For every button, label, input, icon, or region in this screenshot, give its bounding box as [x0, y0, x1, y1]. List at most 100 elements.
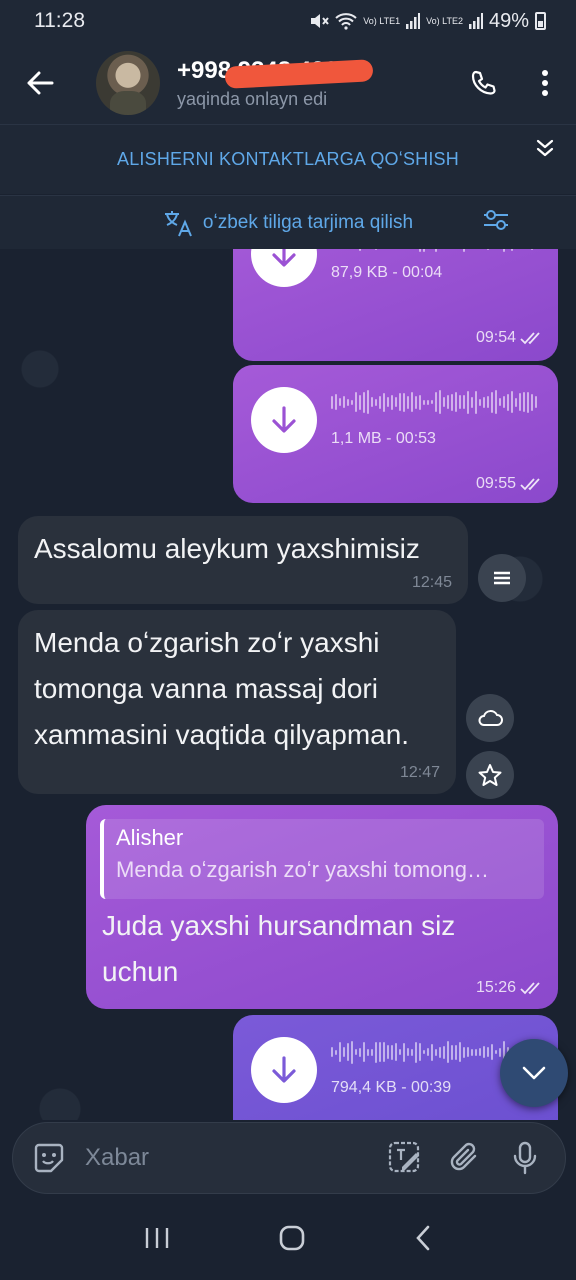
message-line: tomonga vanna massaj dori: [34, 673, 378, 704]
translate-label: oʻzbek tiliga tarjima qilish: [202, 211, 414, 233]
voice-message[interactable]: 87,9 KB - 00:04 09:54: [233, 249, 558, 361]
waveform-bar: [359, 394, 361, 410]
add-contact-bar[interactable]: ALISHERNI KONTAKTLARGA QOʻSHISH: [0, 124, 576, 194]
voice-message[interactable]: 1,1 MB - 00:53 09:55: [233, 365, 558, 503]
call-button[interactable]: [452, 52, 514, 114]
waveform-bar: [487, 249, 489, 250]
translate-bar[interactable]: oʻzbek tiliga tarjima qilish: [0, 195, 576, 249]
cloud-icon: [478, 710, 503, 726]
waveform-bar: [467, 390, 469, 414]
incoming-message[interactable]: Assalomu aleykum yaxshimisiz 12:45: [18, 516, 468, 604]
double-chevron-down-icon: [536, 139, 554, 157]
waveform-bar: [479, 1048, 481, 1056]
sliders-icon: [484, 210, 508, 230]
reply-quote[interactable]: Alisher Menda oʻzgarish zoʻr yaxshi tomo…: [100, 819, 544, 899]
waveform-bar: [519, 393, 521, 411]
battery-percent: 49%: [488, 9, 529, 32]
waveform-bar: [355, 1049, 357, 1055]
waveform-bar: [367, 1048, 369, 1056]
waveform-bar: [523, 392, 525, 412]
waveform-bar: [455, 1044, 457, 1060]
waveform-bar: [439, 1046, 441, 1058]
avatar[interactable]: [96, 51, 160, 115]
collapse-button[interactable]: [528, 131, 562, 165]
waveform-bar: [407, 395, 409, 409]
waveform-bar: [447, 395, 449, 409]
voice-record-button[interactable]: [501, 1134, 549, 1182]
waveform-bar: [431, 400, 433, 404]
reply-text: Menda oʻzgarish zoʻr yaxshi tomong…: [116, 857, 489, 882]
list-icon: [494, 571, 510, 585]
home-icon: [279, 1225, 305, 1250]
waveform-bar: [451, 1044, 453, 1060]
message-text: Juda yaxshi hursandman siz uchun: [102, 903, 455, 995]
sim1-indicator: Vo) LTE1: [363, 15, 401, 26]
waveform-bar: [359, 249, 361, 251]
back-button[interactable]: [0, 42, 80, 124]
waveform-bar: [331, 395, 333, 409]
waveform-bar: [351, 399, 353, 405]
waveform-bar: [359, 1047, 361, 1057]
time-label: 09:55: [475, 475, 516, 492]
waveform-bar: [467, 1047, 469, 1057]
arrow-left-icon: [27, 71, 54, 95]
waveform-bar: [471, 396, 473, 408]
sticker-icon: [34, 1143, 64, 1173]
waveform-bar: [503, 249, 505, 252]
waveform-bar: [427, 1048, 429, 1056]
favorite-button[interactable]: [466, 751, 514, 799]
waveform-bar: [367, 390, 369, 414]
phone-icon: [471, 70, 496, 95]
paperclip-icon: [450, 1142, 477, 1171]
waveform: [331, 387, 537, 417]
chat-area[interactable]: 87,9 KB - 00:04 09:54 1,1 MB - 00:53 09:…: [0, 249, 576, 1120]
message-input[interactable]: Xabar: [85, 1144, 369, 1172]
waveform-bar: [395, 397, 397, 407]
home-button[interactable]: [278, 1224, 306, 1257]
sim2-indicator: Vo) LTE2: [426, 15, 463, 26]
contact-info[interactable]: +998 9348 4222 yaqinda onlayn edi: [177, 57, 374, 110]
more-button[interactable]: [514, 52, 576, 114]
system-back-button[interactable]: [414, 1224, 432, 1257]
scroll-down-button[interactable]: [500, 1039, 568, 1107]
waveform-bar: [415, 1041, 417, 1063]
waveform-bar: [439, 390, 441, 414]
waveform-bar: [375, 398, 377, 406]
incoming-message[interactable]: Menda oʻzgarish zoʻr yaxshi tomonga vann…: [18, 610, 456, 794]
save-to-cloud-button[interactable]: [466, 694, 514, 742]
message-text: Assalomu aleykum yaxshimisiz: [34, 533, 420, 564]
waveform-bar: [503, 396, 505, 408]
waveform-bar: [419, 249, 421, 252]
download-button[interactable]: [251, 1037, 317, 1103]
text-editor-button[interactable]: [381, 1134, 429, 1182]
waveform-bar: [387, 1045, 389, 1059]
waveform-bar: [435, 249, 437, 252]
waveform-bar: [403, 392, 405, 412]
waveform-bar: [423, 1050, 425, 1054]
attach-button[interactable]: [441, 1134, 489, 1182]
message-menu-button[interactable]: [478, 554, 526, 602]
waveform-bar: [331, 1047, 333, 1057]
waveform-bar: [395, 1043, 397, 1061]
waveform-bar: [419, 394, 421, 410]
waveform-bar: [435, 392, 437, 412]
translate-settings-button[interactable]: [482, 208, 510, 237]
system-nav-bar: [0, 1200, 576, 1280]
reply-message[interactable]: Alisher Menda oʻzgarish zoʻr yaxshi tomo…: [86, 805, 558, 1009]
star-icon: [478, 764, 502, 786]
double-check-icon: [520, 982, 540, 995]
waveform-bar: [435, 1048, 437, 1056]
download-button[interactable]: [251, 249, 317, 287]
battery-icon: [535, 12, 546, 30]
waveform-bar: [507, 393, 509, 411]
message-line: Menda oʻzgarish zoʻr yaxshi: [34, 627, 380, 658]
waveform-bar: [415, 395, 417, 409]
recent-apps-button[interactable]: [144, 1226, 170, 1255]
download-button[interactable]: [251, 387, 317, 453]
waveform-bar: [459, 1042, 461, 1062]
waveform-bar: [387, 397, 389, 407]
waveform-bar: [335, 1049, 337, 1055]
emoji-button[interactable]: [31, 1140, 67, 1176]
contact-status: yaqinda onlayn edi: [177, 88, 328, 109]
waveform-bar: [351, 1040, 353, 1064]
